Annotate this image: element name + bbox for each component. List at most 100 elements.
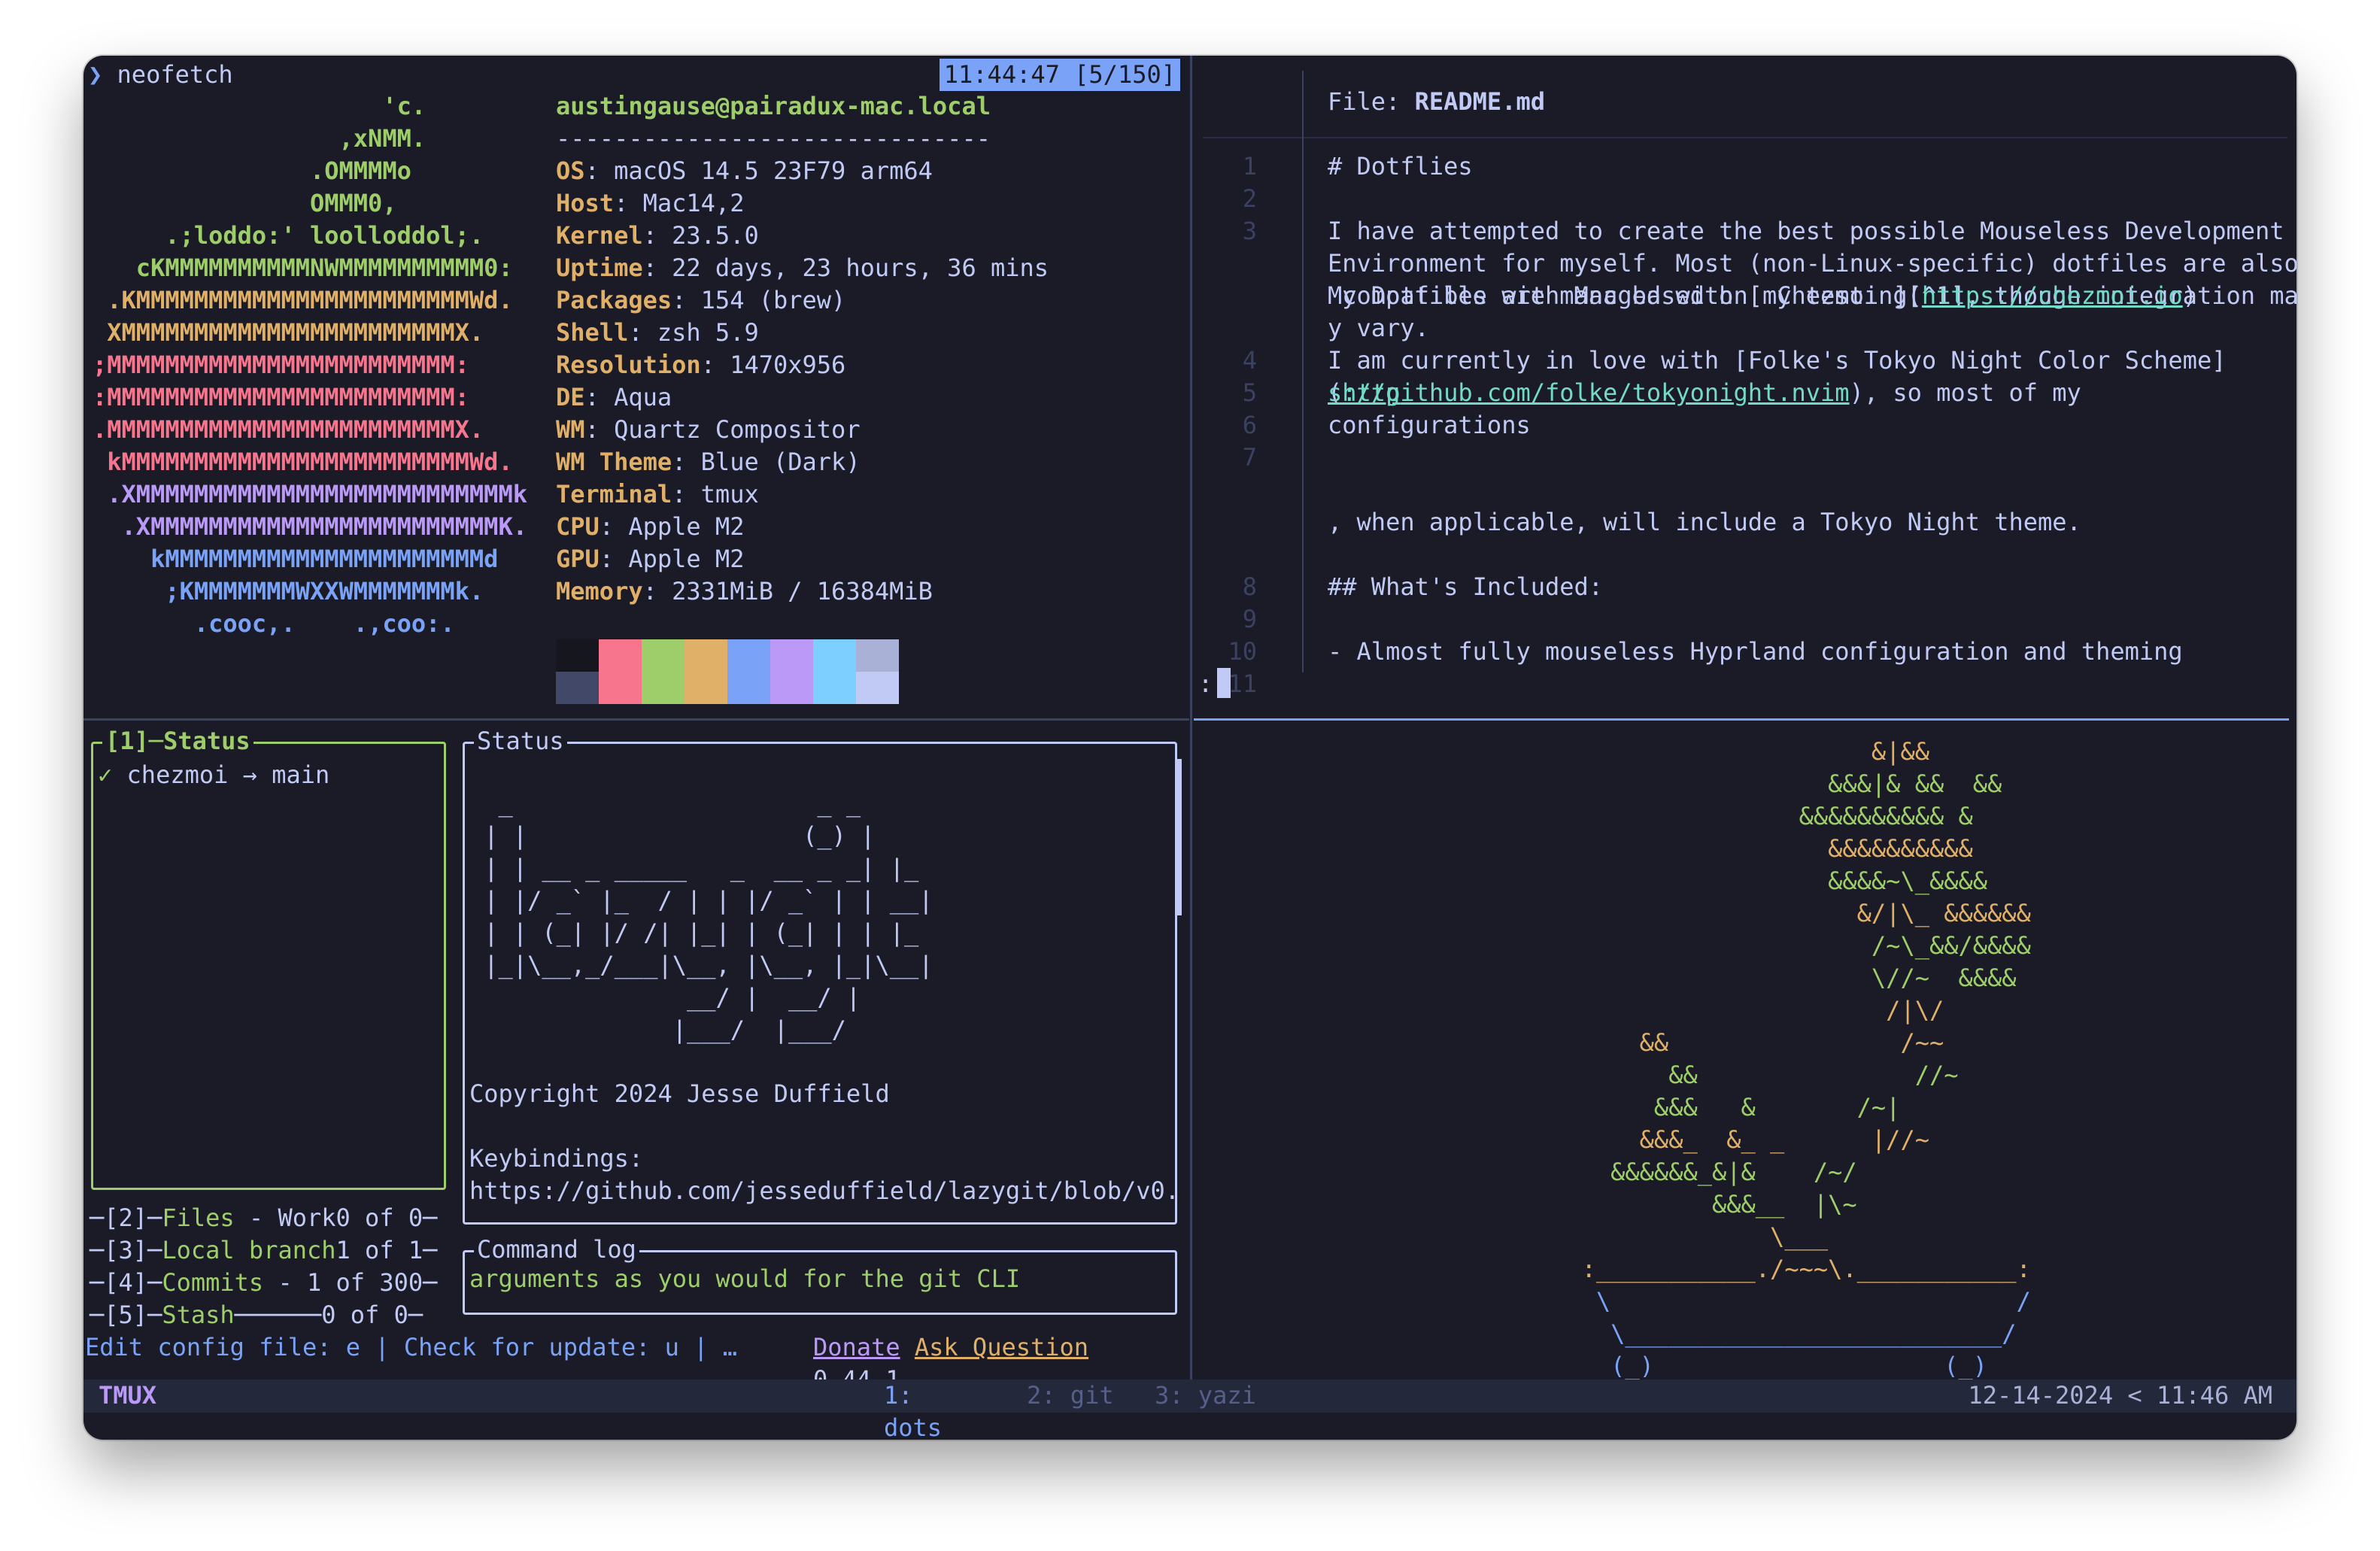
logo-line: ;KMMMMMMMWXXWMMMMMMMk. [93, 577, 484, 606]
info-row: Host: Mac14,2 [556, 187, 744, 220]
prompt-command: neofetch [117, 60, 233, 89]
repo-branch: chezmoi → main [126, 760, 330, 789]
status-panel[interactable]: [1]─Status ✓ chezmoi → main [91, 725, 446, 1190]
tmux-session-label: TMUX [99, 1381, 157, 1410]
color-swatch [727, 672, 770, 704]
color-swatch [770, 672, 813, 704]
info-value: Aqua [614, 383, 672, 411]
bonsai-line: &/|\_ &&&&&& [1495, 899, 2031, 927]
command-log-panel[interactable]: Command log arguments as you would for t… [463, 1234, 1177, 1315]
color-swatch [685, 639, 727, 672]
editor-line: Environment for myself. Most (non-Linux-… [1328, 249, 2297, 278]
branches-panel-tab[interactable]: ─[3]─Local branch1 of 1─ [90, 1234, 437, 1267]
chezmoi-link[interactable]: https://chezmoi.io [1922, 281, 2183, 310]
tmux-window-yazi[interactable]: 3: yazi [1155, 1380, 1256, 1412]
gutter-separator [1302, 71, 1304, 672]
file-header: File: README.md [1328, 86, 1545, 118]
info-colon: : [672, 448, 701, 476]
info-key: Terminal [556, 480, 672, 508]
info-key: Host [556, 189, 615, 217]
info-separator: ------------------------------ [556, 124, 991, 153]
line-number: 1 [1242, 152, 1257, 181]
stash-panel-tab[interactable]: ─[5]─Stash──────0 of 0─ [90, 1299, 423, 1331]
line-number: 3 [1242, 217, 1257, 245]
color-swatch [556, 672, 599, 704]
info-key: Resolution [556, 351, 701, 379]
terminal-window: ❯ neofetch 11:44:47 [5/150] 'c. ,xNMM. .… [83, 56, 2297, 1440]
logo-line: .XMMMMMMMMMMMMMMMMMMMMMMMMMMk [93, 480, 527, 508]
shell-prompt: ❯ neofetch [88, 59, 233, 91]
donate-link[interactable]: Donate [813, 1333, 900, 1361]
bonsai-line: /~\_&&/&&&& [1495, 931, 2031, 960]
info-value: 23.5.0 [672, 221, 759, 250]
line-number: 2 [1242, 184, 1257, 213]
logo-line: .cooc,. .,coo:. [93, 609, 455, 638]
prompt-chevron-icon: ❯ [88, 60, 103, 89]
tmux-status-bar: TMUX 1: dots 2: git 3: yazi 12-14-2024 <… [83, 1380, 2297, 1440]
info-colon: : [584, 383, 615, 411]
editor-line-chezmoi: My Dotfiles are managed with [ Chezmoi ]… [1328, 280, 2197, 312]
lazygit-ascii-logo: _ _ _ | | (_) | | | __ _ _____ _ __ _ _|… [469, 788, 933, 1046]
color-swatch [642, 672, 685, 704]
editor-line: ## What's Included: [1328, 572, 1604, 601]
lazygit-footer-hint: Edit config file: e | Check for update: … [85, 1333, 737, 1361]
commits-panel-tab[interactable]: ─[4]─Commits - 1 of 300─ [90, 1267, 437, 1299]
bonsai-line: && /~~ [1495, 1028, 1944, 1057]
info-key: WM Theme [556, 448, 672, 476]
bonsai-line: :___________./~~~\.___________: [1495, 1255, 2031, 1283]
commits-label: Commits [162, 1268, 264, 1297]
color-swatch [813, 672, 856, 704]
lazygit-pane[interactable]: [1]─Status ✓ chezmoi → main ─[2]─Files -… [83, 721, 1189, 1380]
tmux-window-git[interactable]: 2: git [1027, 1380, 1114, 1412]
ask-question-link[interactable]: Ask Question [915, 1333, 1088, 1361]
ascii-line: |___/ |___/ [469, 1015, 846, 1044]
editor-line-tokyo-cont: s://github.com/folke/tokyonight.nvim), s… [1328, 377, 2297, 442]
info-value: Quartz Compositor [614, 415, 861, 444]
command-line[interactable]: : [1198, 668, 1231, 700]
editor-line: y vary. [1328, 314, 1429, 342]
info-colon: : [584, 415, 615, 444]
files-label: Files [162, 1203, 235, 1232]
scrollbar-thumb[interactable] [1176, 759, 1182, 915]
commits-prefix: ─[4]─ [90, 1268, 162, 1297]
color-swatch [770, 639, 813, 672]
info-key: Packages [556, 286, 672, 314]
keybindings-url[interactable]: https://github.com/jesseduffield/lazygit… [469, 1175, 1179, 1207]
info-colon: : [642, 253, 672, 282]
info-row: Terminal: tmux [556, 478, 759, 511]
repo-status[interactable]: ✓ chezmoi → main [98, 759, 329, 791]
keybindings-label: Keybindings: [469, 1144, 644, 1173]
neofetch-pane[interactable]: ❯ neofetch 11:44:47 [5/150] 'c. ,xNMM. .… [83, 56, 1189, 718]
clock-badge: 11:44:47 [5/150] [939, 59, 1180, 91]
files-panel-tab[interactable]: ─[2]─Files - Work0 of 0─ [90, 1202, 437, 1234]
tokyonight-link-part2[interactable]: s://github.com/folke/tokyonight.nvim [1328, 378, 1850, 407]
check-icon: ✓ [98, 760, 113, 789]
info-colon: : [672, 480, 701, 508]
info-value: Apple M2 [628, 545, 745, 573]
color-swatch [727, 639, 770, 672]
logo-line: :MMMMMMMMMMMMMMMMMMMMMMMM: [93, 383, 469, 411]
ascii-line: | | __ _ _____ _ __ _ _| |_ [469, 854, 919, 882]
editor-pane[interactable]: File: README.md 1 2 3 4 5 6 7 8 9 10 11 # Dotflies… [1194, 56, 2297, 718]
bonsai-line: &&& & /~| [1495, 1093, 1901, 1122]
commits-suffix: - 1 of 300─ [263, 1268, 438, 1297]
main-status-panel[interactable]: Status _ _ _ | | (_) | | | __ _ _____ _ … [463, 725, 1182, 1225]
bonsai-line: \ / [1495, 1287, 2031, 1316]
info-row: Packages: 154 (brew) [556, 284, 845, 317]
line-number: 6 [1242, 411, 1257, 439]
user-host: austingause@pairadux-mac.local [556, 92, 991, 120]
bonsai-line: &&&|& && && [1495, 769, 2002, 798]
info-colon: : [614, 189, 643, 217]
logo-line: ,xNMM. [93, 124, 427, 153]
bonsai-line: &&&&&&_&|& /~/ [1495, 1158, 1857, 1186]
line-number: 10 [1228, 637, 1257, 666]
pane-divider-vertical[interactable] [1190, 56, 1192, 1380]
info-value: Apple M2 [628, 512, 745, 541]
ascii-line: _ _ _ [469, 789, 861, 818]
logo-line: 'c. [93, 92, 427, 120]
bonsai-pane[interactable]: &|&& &&&|& && && &&&&&&&&&& & &&&&&&&&&&… [1194, 721, 2297, 1380]
status-panel-title[interactable]: [1]─Status [102, 725, 253, 757]
info-value: 2331MiB / 16384MiB [672, 577, 933, 606]
line-number: 7 [1242, 443, 1257, 472]
info-row: Resolution: 1470x956 [556, 349, 845, 381]
